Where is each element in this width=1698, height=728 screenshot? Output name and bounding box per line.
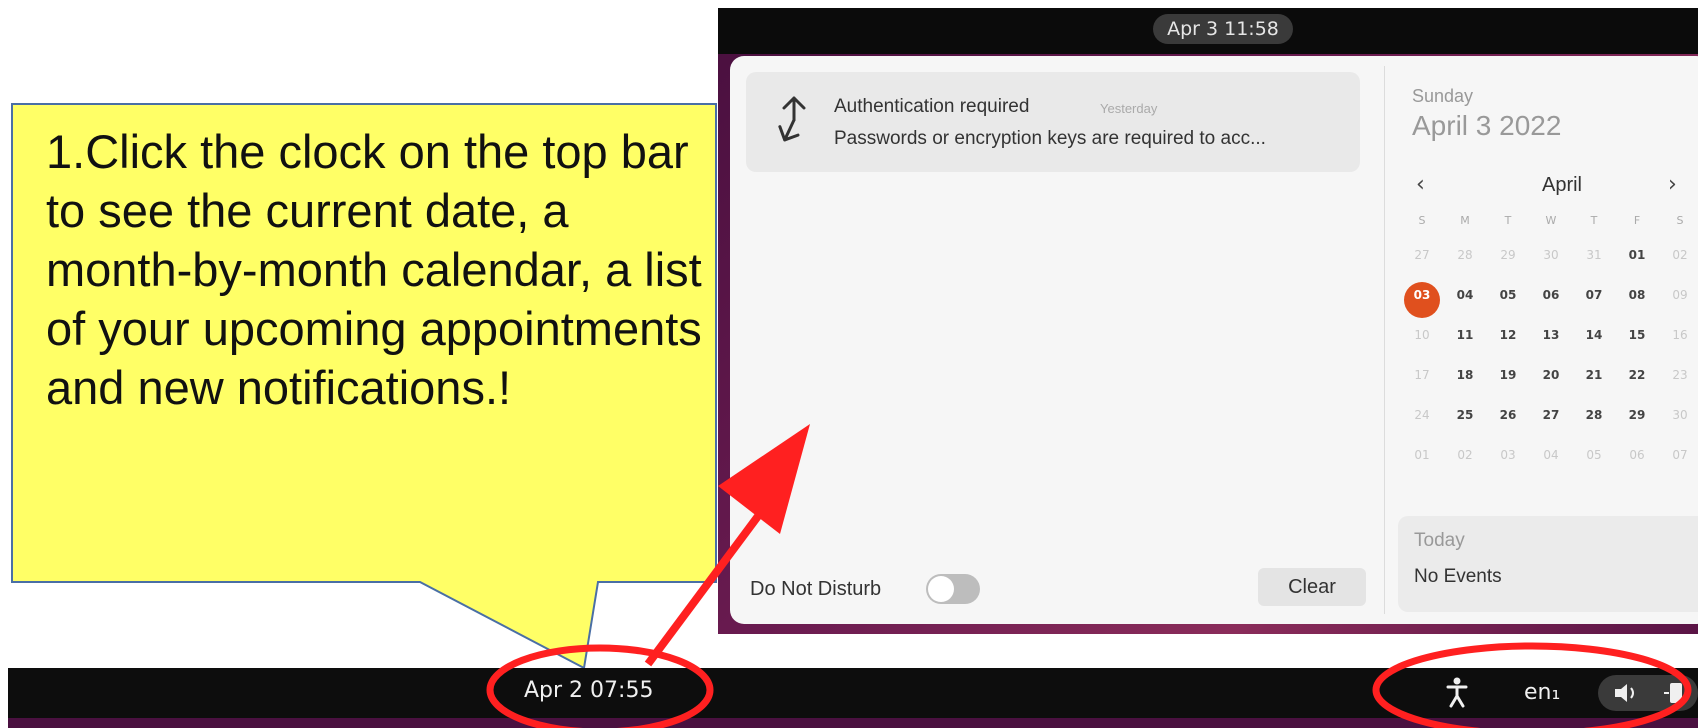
calendar-day[interactable]: 21 xyxy=(1574,362,1614,388)
calendar-weekday-heading: T xyxy=(1590,214,1598,227)
calendar-day[interactable]: 19 xyxy=(1488,362,1528,388)
calendar-day[interactable]: 04 xyxy=(1531,442,1571,468)
calendar-day[interactable]: 04 xyxy=(1445,282,1485,308)
calendar-day[interactable]: 09 xyxy=(1660,282,1698,308)
calendar-day[interactable]: 02 xyxy=(1660,242,1698,268)
notification-item[interactable]: Authentication required Yesterday Passwo… xyxy=(746,72,1360,172)
calendar-weekday-heading: M xyxy=(1460,214,1470,227)
calendar-day[interactable]: 31 xyxy=(1574,242,1614,268)
calendar-weekday-heading: W xyxy=(1545,214,1557,227)
calendar-day[interactable]: 29 xyxy=(1488,242,1528,268)
calendar-week-row: 10 11 12 13 14 15 16 xyxy=(1402,316,1698,356)
calendar-day[interactable]: 13 xyxy=(1531,322,1571,348)
previous-month-button[interactable]: ‹ xyxy=(1416,172,1425,197)
calendar-day[interactable]: 24 xyxy=(1402,402,1442,428)
calendar-day[interactable]: 30 xyxy=(1660,402,1698,428)
calendar-day[interactable]: 23 xyxy=(1660,362,1698,388)
date-menu-panel: Authentication required Yesterday Passwo… xyxy=(730,56,1698,624)
clear-button[interactable]: Clear xyxy=(1258,568,1366,606)
calendar-weekday-heading: F xyxy=(1633,214,1641,227)
power-icon xyxy=(1664,683,1682,703)
calendar-day[interactable]: 27 xyxy=(1402,242,1442,268)
calendar-day[interactable]: 10 xyxy=(1402,322,1442,348)
accessibility-icon[interactable] xyxy=(1446,676,1468,708)
calendar-day[interactable]: 07 xyxy=(1660,442,1698,468)
calendar-day[interactable]: 05 xyxy=(1488,282,1528,308)
language-indicator[interactable]: en₁ xyxy=(1524,680,1560,705)
volume-icon xyxy=(1615,684,1634,702)
calendar-week-row: 01 02 03 04 05 06 07 xyxy=(1402,436,1698,476)
events-today-label: Today xyxy=(1414,530,1465,551)
top-bar-clock[interactable]: Apr 3 11:58 xyxy=(1153,14,1293,44)
calendar-day[interactable]: 05 xyxy=(1574,442,1614,468)
calendar-weekday-header: SMTWTFS xyxy=(1402,212,1698,236)
calendar-week-row: 24 25 26 27 28 29 30 xyxy=(1402,396,1698,436)
calendar-week-row: 27 28 29 30 31 01 02 xyxy=(1402,236,1698,276)
callout-text: 1.Click the clock on the top bar to see … xyxy=(46,125,702,414)
calendar-day[interactable]: 08 xyxy=(1617,282,1657,308)
calendar-week-row: 03 04 05 06 07 08 09 xyxy=(1402,276,1698,318)
do-not-disturb-label: Do Not Disturb xyxy=(750,578,882,600)
calendar-weekday-heading: S xyxy=(1418,214,1426,227)
calendar-day[interactable]: 06 xyxy=(1617,442,1657,468)
calendar-full-date[interactable]: April 3 2022 xyxy=(1412,110,1561,142)
calendar-day-today[interactable]: 03 xyxy=(1404,282,1440,318)
calendar-day[interactable]: 01 xyxy=(1402,442,1442,468)
calendar-day[interactable]: 18 xyxy=(1445,362,1485,388)
calendar-day[interactable]: 20 xyxy=(1531,362,1571,388)
notification-title: Authentication required xyxy=(834,96,1030,117)
events-section[interactable]: Today No Events xyxy=(1398,516,1698,612)
calendar-day[interactable]: 07 xyxy=(1574,282,1614,308)
calendar-day[interactable]: 15 xyxy=(1617,322,1657,348)
calendar-day[interactable]: 17 xyxy=(1402,362,1442,388)
toggle-knob xyxy=(928,576,954,602)
calendar-month-label: April xyxy=(1541,174,1582,196)
calendar-week-row: 17 18 19 20 21 22 23 xyxy=(1402,356,1698,396)
calendar-day[interactable]: 22 xyxy=(1617,362,1657,388)
do-not-disturb-toggle[interactable] xyxy=(926,574,980,604)
top-bar: Apr 3 11:58 xyxy=(718,8,1698,54)
next-month-button[interactable]: › xyxy=(1668,172,1677,197)
calendar-day[interactable]: 28 xyxy=(1445,242,1485,268)
panel-divider xyxy=(1384,66,1385,614)
calendar-day[interactable]: 25 xyxy=(1445,402,1485,428)
calendar-grid: SMTWTFS 27 28 29 30 31 01 02 03 04 05 06 07 08 09 10 11… xyxy=(1402,212,1698,476)
calendar-day[interactable]: 01 xyxy=(1617,242,1657,268)
desktop-strip xyxy=(8,718,1698,728)
bottom-bar-clock[interactable]: Apr 2 07:55 xyxy=(524,678,653,703)
calendar-day[interactable]: 30 xyxy=(1531,242,1571,268)
calendar-weekday-heading: S xyxy=(1676,214,1684,227)
calendar-day[interactable]: 12 xyxy=(1488,322,1528,348)
calendar-day[interactable]: 11 xyxy=(1445,322,1485,348)
calendar-day[interactable]: 14 xyxy=(1574,322,1614,348)
calendar-day[interactable]: 26 xyxy=(1488,402,1528,428)
calendar-weekday-heading: T xyxy=(1504,214,1512,227)
auth-refresh-icon xyxy=(778,96,806,142)
notification-time: Yesterday xyxy=(1100,101,1158,116)
system-menu-button[interactable] xyxy=(1598,675,1698,711)
notification-body: Passwords or encryption keys are require… xyxy=(834,128,1266,149)
calendar-day[interactable]: 27 xyxy=(1531,402,1571,428)
calendar-menu-screenshot: Apr 3 11:58 Authentication required Yest… xyxy=(718,8,1698,634)
calendar-day[interactable]: 29 xyxy=(1617,402,1657,428)
calendar-day[interactable]: 02 xyxy=(1445,442,1485,468)
calendar-day[interactable]: 16 xyxy=(1660,322,1698,348)
calendar-day[interactable]: 03 xyxy=(1488,442,1528,468)
calendar-weekday: Sunday xyxy=(1412,86,1474,106)
events-empty-text: No Events xyxy=(1414,566,1502,587)
calendar-day[interactable]: 06 xyxy=(1531,282,1571,308)
calendar-day[interactable]: 28 xyxy=(1574,402,1614,428)
